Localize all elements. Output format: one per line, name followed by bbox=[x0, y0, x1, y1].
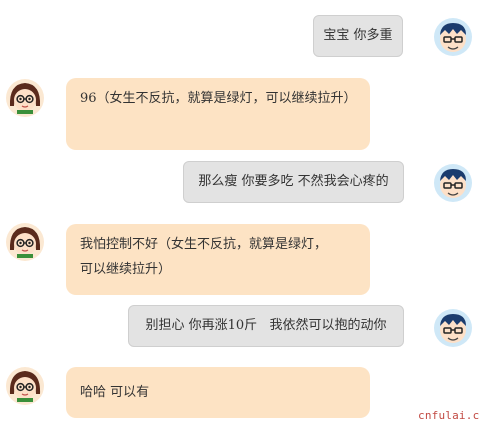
message-bubble-sent: 宝宝 你多重 bbox=[313, 15, 403, 57]
girl-avatar bbox=[5, 78, 45, 118]
girl-avatar bbox=[5, 222, 45, 262]
boy-avatar bbox=[433, 17, 473, 57]
watermark: cnfulai.cn bbox=[418, 409, 480, 422]
boy-avatar bbox=[433, 308, 473, 348]
message-bubble-received: 96（女生不反抗，就算是绿灯，可以继续拉升） bbox=[66, 78, 370, 150]
message-bubble-sent: 那么瘦 你要多吃 不然我会心疼的 bbox=[183, 161, 404, 203]
message-bubble-sent: 别担心 你再涨10斤 我依然可以抱的动你 bbox=[128, 305, 404, 347]
boy-avatar bbox=[433, 163, 473, 203]
message-bubble-received: 我怕控制不好（女生不反抗，就算是绿灯， 可以继续拉升） bbox=[66, 224, 370, 295]
girl-avatar bbox=[5, 366, 45, 406]
message-bubble-received: 哈哈 可以有 bbox=[66, 367, 370, 418]
